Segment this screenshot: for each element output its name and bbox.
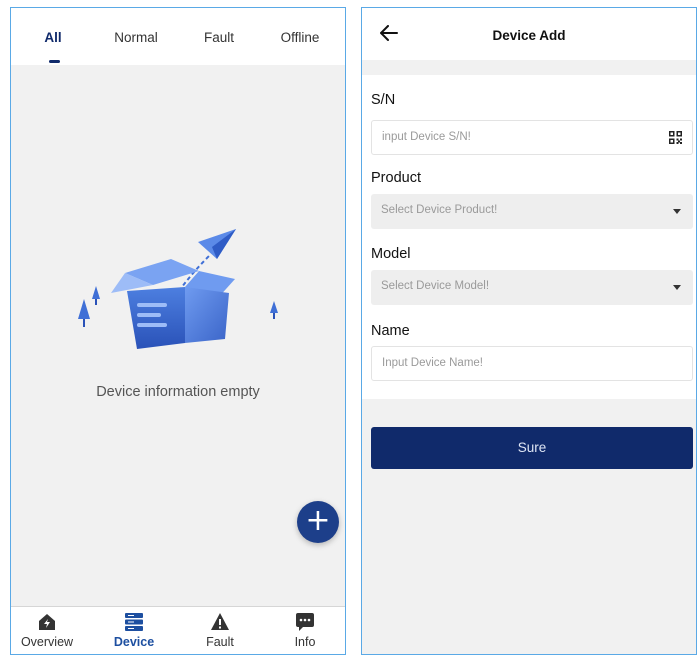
name-input[interactable]: Input Device Name!: [371, 346, 693, 381]
tab-offline[interactable]: Offline: [281, 30, 320, 45]
server-stack-icon: [125, 613, 143, 631]
nav-label-info: Info: [294, 635, 316, 649]
qr-scan-icon[interactable]: [669, 131, 682, 144]
home-bolt-icon: [39, 614, 55, 630]
nav-item-overview[interactable]: Overview: [12, 607, 82, 654]
product-select[interactable]: Select Device Product!: [371, 194, 693, 229]
status-tabs: All Normal Fault Offline: [11, 8, 345, 65]
model-select[interactable]: Select Device Model!: [371, 270, 693, 305]
product-placeholder: Select Device Product!: [381, 204, 498, 216]
nav-item-fault[interactable]: Fault: [185, 607, 255, 654]
nav-label-fault: Fault: [206, 635, 234, 649]
name-placeholder: Input Device Name!: [382, 357, 483, 369]
tab-fault[interactable]: Fault: [204, 30, 234, 45]
device-list-screen: All Normal Fault Offline Device informat…: [10, 7, 346, 655]
model-placeholder: Select Device Model!: [381, 280, 490, 292]
chat-bubble-icon: [296, 613, 314, 631]
tab-all[interactable]: All: [44, 30, 61, 45]
device-add-screen: Device Add S/N input Device S/N! Product…: [361, 7, 697, 655]
add-device-button[interactable]: +: [297, 501, 339, 543]
page-header: Device Add: [362, 8, 696, 60]
model-label: Model: [371, 246, 411, 262]
sure-button[interactable]: Sure: [371, 427, 693, 469]
sn-placeholder: input Device S/N!: [382, 131, 471, 143]
active-tab-indicator: [49, 60, 60, 63]
plus-icon: +: [305, 503, 331, 538]
page-title: Device Add: [492, 28, 566, 43]
caret-down-icon: [673, 285, 681, 290]
warning-triangle-icon: [211, 613, 229, 630]
name-label: Name: [371, 323, 410, 339]
empty-state-message: Device information empty: [96, 384, 260, 400]
nav-item-info[interactable]: Info: [270, 607, 340, 654]
tab-normal[interactable]: Normal: [114, 30, 158, 45]
nav-label-device: Device: [113, 635, 155, 649]
sn-input[interactable]: input Device S/N!: [371, 120, 693, 155]
caret-down-icon: [673, 209, 681, 214]
empty-box-illustration: [78, 229, 278, 349]
product-label: Product: [371, 170, 421, 186]
sn-label: S/N: [371, 92, 396, 108]
bottom-navigation: Overview Device Fault Info: [11, 606, 345, 654]
nav-item-device[interactable]: Device: [99, 607, 169, 654]
device-add-form: S/N input Device S/N! Product Select Dev…: [362, 75, 696, 399]
nav-label-overview: Overview: [20, 635, 74, 649]
